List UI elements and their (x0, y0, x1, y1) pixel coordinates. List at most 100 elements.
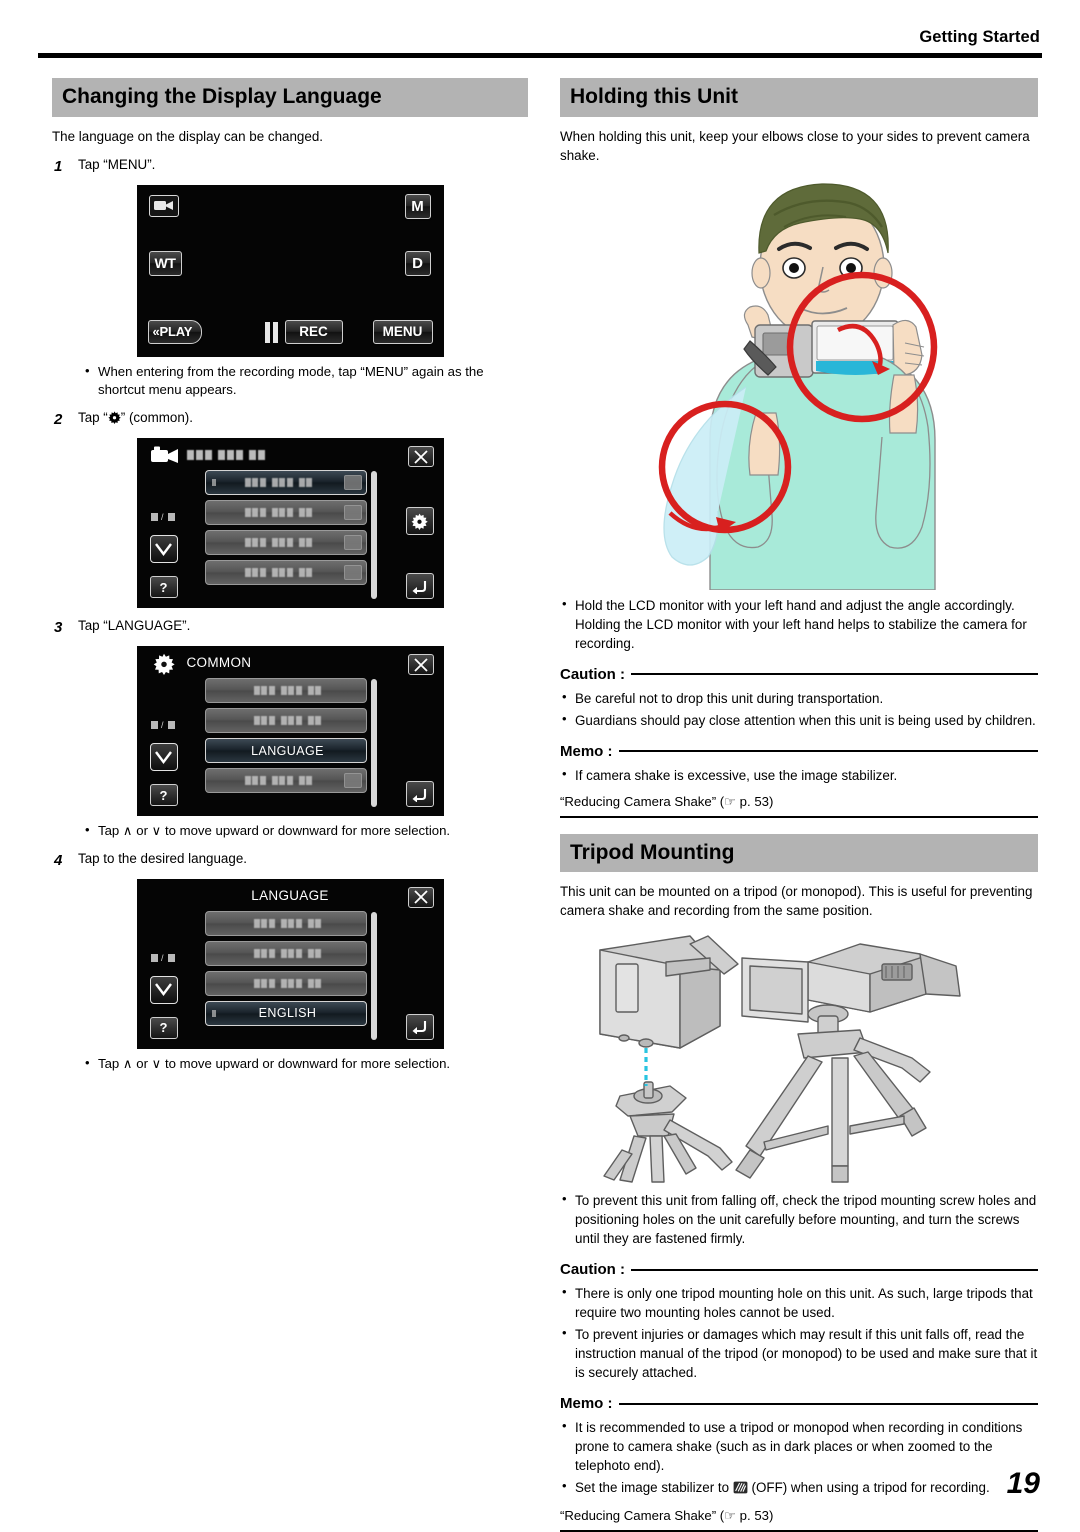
row-thumbnail (343, 505, 362, 521)
step-3: 3 Tap “LANGUAGE”. (52, 617, 528, 638)
note-list-step4: Tap ∧ or ∨ to move upward or downward fo… (83, 1054, 528, 1074)
left-column: Changing the Display Language The langua… (52, 78, 528, 1081)
section-title-tripod-mounting: Tripod Mounting (560, 833, 1038, 873)
list-item-stabilizer: Set the image stabilizer to (OFF) when u… (560, 1477, 1038, 1499)
memo-heading-tripod: Memo : (560, 1395, 1038, 1412)
scrollbar[interactable] (370, 911, 377, 1040)
table-row[interactable] (204, 530, 367, 556)
menu-row-list: LANGUAGE (204, 678, 367, 798)
step-2-number: 2 (54, 411, 63, 429)
table-row[interactable] (204, 940, 367, 966)
table-row[interactable] (204, 708, 367, 734)
close-icon[interactable] (407, 654, 434, 676)
manual-mode-button[interactable]: M (404, 193, 431, 219)
row-thumbnail (343, 773, 362, 789)
row-thumbnail (343, 475, 362, 491)
close-icon[interactable] (407, 446, 434, 468)
page-number: 19 (1006, 1467, 1040, 1500)
divider (618, 750, 1038, 753)
memo-heading-holding: Memo : (560, 743, 1038, 760)
chevron-down-icon[interactable] (149, 535, 178, 564)
caution-heading-holding: Caution : (560, 666, 1038, 683)
language-select-screen: LANGUAGE / ? ENGLISH (136, 878, 444, 1049)
chevron-down-icon[interactable] (149, 743, 178, 772)
screen-title: LANGUAGE (251, 887, 329, 903)
holding-intro: When holding this unit, keep your elbows… (560, 128, 1030, 163)
zoom-wt-button[interactable]: WT (148, 250, 182, 276)
back-icon[interactable] (405, 573, 434, 600)
divider (560, 815, 1038, 818)
table-row[interactable] (204, 768, 367, 794)
language-select-figure: LANGUAGE / ? ENGLISH (52, 878, 528, 1049)
person-holding-camcorder-illustration (560, 175, 1038, 591)
menu-row-list: ENGLISH (204, 910, 367, 1031)
divider (618, 1402, 1038, 1405)
stabilizer-text-after: (OFF) when using a tripod for recording. (747, 1480, 990, 1496)
screen-title: COMMON (186, 655, 252, 671)
help-button[interactable]: ? (149, 1016, 178, 1039)
divider (631, 673, 1038, 676)
recording-screen: M WT D «PLAY REC MENU (136, 184, 444, 357)
step-4-text: Tap to the desired language. (78, 850, 247, 866)
row-label: ENGLISH (258, 1006, 317, 1021)
table-row-language[interactable]: LANGUAGE (204, 738, 367, 764)
cross-reference-link[interactable]: “Reducing Camera Shake” (☞ p. 53) (560, 1507, 1038, 1526)
step-2-text-before: Tap “ (78, 410, 108, 426)
divider (631, 1268, 1038, 1271)
step-1: 1 Tap “MENU”. (52, 156, 528, 177)
caution-label: Caution : (560, 665, 625, 683)
scrollbar[interactable] (370, 471, 377, 600)
close-icon[interactable] (407, 886, 434, 908)
section-title-holding-this-unit: Holding this Unit (560, 78, 1038, 117)
caution-heading-tripod: Caution : (560, 1261, 1038, 1278)
tripod-intro: This unit can be mounted on a tripod (or… (560, 884, 1033, 919)
row-thumbnail (343, 565, 362, 581)
play-button[interactable]: «PLAY (147, 319, 203, 344)
table-row[interactable] (204, 678, 367, 704)
gear-icon (153, 653, 175, 676)
list-item: Hold the LCD monitor with your left hand… (560, 595, 1038, 653)
table-row-english[interactable]: ENGLISH (204, 1000, 367, 1026)
recording-screen-figure: M WT D «PLAY REC MENU (52, 184, 528, 357)
main-menu-screen: / ? (136, 438, 444, 609)
note-item: When entering from the recording mode, t… (83, 362, 528, 400)
table-row[interactable] (204, 560, 367, 586)
image-stabilizer-off-icon (733, 1480, 748, 1499)
running-head: Getting Started (919, 28, 1040, 46)
table-row[interactable] (204, 970, 367, 996)
page-indicator: / (150, 512, 176, 522)
note-item: Tap ∧ or ∨ to move upward or downward fo… (83, 821, 528, 841)
scrollbar[interactable] (370, 679, 377, 808)
video-camera-icon (150, 445, 179, 464)
list-item: If camera shake is excessive, use the im… (560, 765, 1038, 785)
chevron-down-icon[interactable] (149, 975, 178, 1004)
right-column: Holding this Unit When holding this unit… (560, 78, 1038, 1532)
menu-title-placeholder (186, 450, 265, 461)
caution-bullets-tripod: There is only one tripod mounting hole o… (560, 1283, 1038, 1382)
table-row[interactable] (204, 910, 367, 936)
gear-icon[interactable] (405, 507, 434, 536)
step-3-text: Tap “LANGUAGE”. (78, 618, 191, 634)
back-icon[interactable] (405, 781, 434, 808)
list-item: To prevent injuries or damages which may… (560, 1324, 1038, 1382)
step-2-text-after: ” (common). (120, 410, 193, 426)
page-indicator: / (150, 953, 176, 963)
memo-label: Memo : (560, 1395, 613, 1413)
table-row[interactable] (204, 470, 367, 496)
memo-bullets-tripod: It is recommended to use a tripod or mon… (560, 1417, 1038, 1499)
section-title-changing-display-language: Changing the Display Language (52, 78, 528, 117)
help-button[interactable]: ? (149, 784, 178, 807)
step-1-text: Tap “MENU”. (78, 156, 156, 172)
rec-button[interactable]: REC (284, 319, 343, 344)
menu-button[interactable]: MENU (372, 319, 433, 344)
display-button[interactable]: D (404, 250, 431, 276)
menu-row-list (204, 470, 367, 590)
row-label: LANGUAGE (251, 743, 324, 758)
back-icon[interactable] (405, 1013, 434, 1040)
help-button[interactable]: ? (149, 576, 178, 599)
holding-bullets: Hold the LCD monitor with your left hand… (560, 595, 1038, 653)
memo-bullets-holding: If camera shake is excessive, use the im… (560, 765, 1038, 785)
step-2: 2 Tap “ ” (common). (52, 409, 528, 430)
table-row[interactable] (204, 500, 367, 526)
cross-reference-link[interactable]: “Reducing Camera Shake” (☞ p. 53) (560, 793, 1038, 812)
